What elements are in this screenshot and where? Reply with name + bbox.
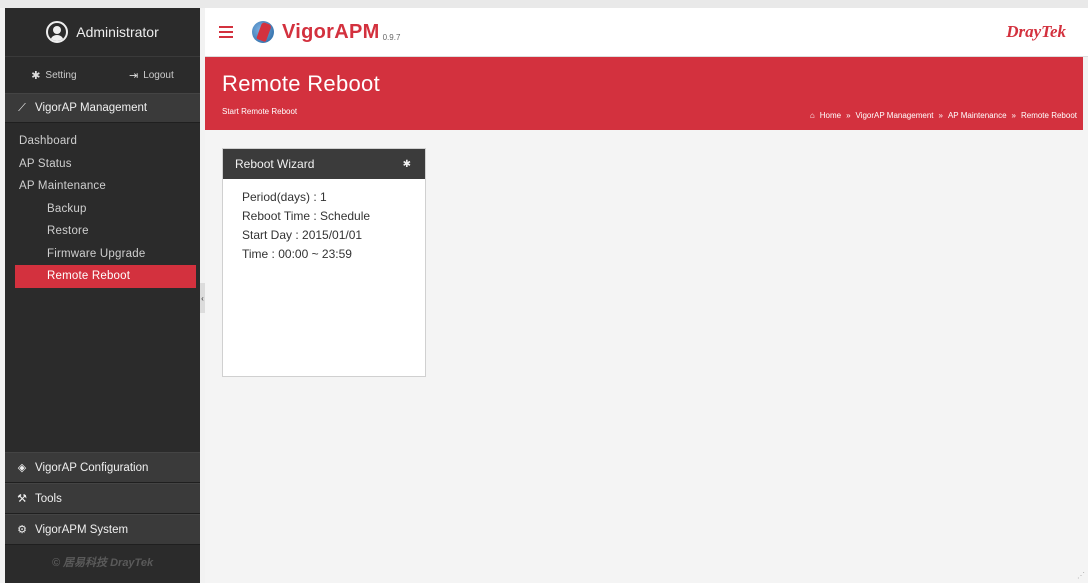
logout-label: Logout	[143, 69, 174, 81]
user-actions: ✱ Setting ⇥ Logout	[5, 57, 200, 93]
hamburger-line	[219, 31, 233, 33]
sidebar-item-ap-status[interactable]: AP Status	[5, 153, 200, 176]
top-bar: VigorAPM 0.9.7 DrayTek	[205, 8, 1088, 57]
page-header: Remote Reboot Start Remote Reboot ⌂ Home…	[205, 57, 1083, 130]
time-range-value: Time : 00:00 ~ 23:59	[242, 247, 352, 261]
sidebar-section-configuration[interactable]: ◈ VigorAP Configuration	[5, 452, 200, 483]
hamburger-line	[219, 26, 233, 28]
logout-link[interactable]: ⇥ Logout	[129, 69, 174, 82]
sidebar-item-dashboard[interactable]: Dashboard	[5, 130, 200, 153]
card-header: Reboot Wizard ✱	[223, 149, 425, 179]
breadcrumb-home[interactable]: Home	[820, 111, 841, 120]
draytek-logo: DrayTek	[1006, 22, 1066, 41]
setting-link[interactable]: ✱ Setting	[31, 69, 76, 82]
reboot-wizard-card: Reboot Wizard ✱ Period(days) : 1 Reboot …	[222, 148, 426, 377]
sidebar-item-remote-reboot[interactable]: Remote Reboot	[15, 265, 196, 288]
sidebar-section-management[interactable]: ⟋ VigorAP Management	[5, 93, 200, 123]
sidebar-section-system[interactable]: ⚙ VigorAPM System	[5, 514, 200, 545]
section-label: Tools	[35, 492, 62, 505]
start-day-value: Start Day : 2015/01/01	[242, 228, 363, 242]
section-label: VigorAP Configuration	[35, 461, 149, 474]
sidebar-item-backup[interactable]: Backup	[5, 198, 200, 221]
breadcrumb: ⌂ Home » VigorAP Management » AP Mainten…	[810, 111, 1077, 120]
card-body: Period(days) : 1 Reboot Time : Schedule …	[223, 179, 425, 264]
hamburger-line	[219, 36, 233, 38]
magic-wand-icon: ⟋	[18, 101, 26, 114]
gears-icon: ⚙	[17, 524, 27, 536]
management-menu: Dashboard AP Status AP Maintenance Backu…	[5, 123, 200, 288]
wrench-icon: ⚒	[17, 493, 27, 505]
chevron-left-icon: ‹	[201, 293, 204, 303]
reboot-time-value: Reboot Time : Schedule	[242, 209, 371, 223]
setting-label: Setting	[45, 69, 77, 81]
menu-toggle-button[interactable]	[219, 26, 233, 38]
section-label: VigorAPM System	[35, 523, 129, 536]
user-box[interactable]: Administrator	[5, 8, 200, 57]
breadcrumb-management[interactable]: VigorAP Management	[856, 111, 934, 120]
breadcrumb-remote-reboot: Remote Reboot	[1020, 111, 1077, 120]
resize-grip-icon[interactable]: ⋰	[1077, 571, 1085, 580]
vigorapm-logo-icon	[250, 19, 276, 45]
banner-edge	[1083, 57, 1088, 130]
breadcrumb-separator-icon: »	[1011, 111, 1016, 120]
version-label: 0.9.7	[382, 32, 401, 42]
gear-icon: ✱	[31, 69, 41, 82]
card-title: Reboot Wizard	[235, 157, 315, 171]
sidebar-item-restore[interactable]: Restore	[5, 220, 200, 243]
sidebar-section-tools[interactable]: ⚒ Tools	[5, 483, 200, 514]
window-top-strip	[0, 0, 1088, 8]
wifi-icon: ◈	[17, 462, 27, 474]
logout-icon: ⇥	[128, 69, 139, 82]
sidebar-item-ap-maintenance[interactable]: AP Maintenance	[5, 175, 200, 198]
sidebar: Administrator ✱ Setting ⇥ Logout ⟋ Vigor…	[5, 8, 200, 583]
breadcrumb-maintenance[interactable]: AP Maintenance	[948, 111, 1007, 120]
section-label: VigorAP Management	[35, 102, 148, 114]
sidebar-bottom-sections: ◈ VigorAP Configuration ⚒ Tools ⚙ VigorA…	[5, 452, 200, 579]
main-content: Reboot Wizard ✱ Period(days) : 1 Reboot …	[205, 130, 1088, 583]
home-icon: ⌂	[809, 111, 815, 120]
period-value: Period(days) : 1	[242, 190, 327, 204]
breadcrumb-separator-icon: »	[846, 111, 851, 120]
sidebar-item-firmware-upgrade[interactable]: Firmware Upgrade	[5, 243, 200, 266]
avatar-icon	[46, 21, 69, 43]
copyright-text: © 居易科技 DrayTek	[51, 557, 154, 569]
page-subtitle: Start Remote Reboot	[222, 107, 298, 116]
breadcrumb-separator-icon: »	[938, 111, 943, 120]
gear-icon[interactable]: ✱	[403, 159, 411, 170]
page-title: Remote Reboot	[222, 71, 380, 96]
brand-name: VigorAPM	[282, 20, 380, 43]
user-name: Administrator	[76, 24, 159, 40]
